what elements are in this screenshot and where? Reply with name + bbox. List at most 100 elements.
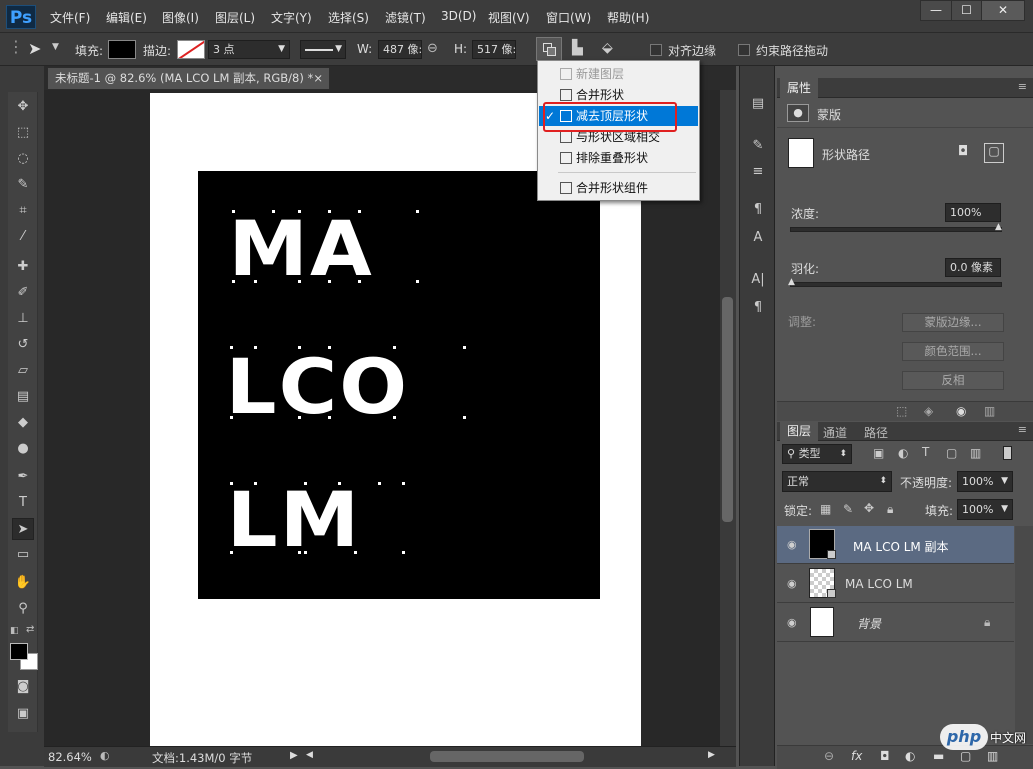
opacity-field[interactable]: 100% ▼ <box>957 471 1013 492</box>
menu-file[interactable]: 文件(F) <box>50 9 90 26</box>
filter-shape-icon[interactable]: ▢ <box>946 446 957 460</box>
apply-mask-icon[interactable]: ◈ <box>924 404 933 418</box>
menu-edit[interactable]: 编辑(E) <box>106 9 147 26</box>
feather-field[interactable]: 0.0 像素 <box>945 258 1001 277</box>
anchor-point[interactable] <box>357 209 362 214</box>
dropdown-item-new-layer[interactable]: 新建图层 <box>539 64 698 84</box>
layer-row-background[interactable]: ◉ 背景 🔒︎ <box>777 604 1014 642</box>
menu-help[interactable]: 帮助(H) <box>607 9 649 26</box>
swap-colors-icon[interactable]: ⇄ <box>26 624 34 635</box>
layer-name[interactable]: 背景 <box>857 615 881 632</box>
brush-tool-icon[interactable]: ✐ <box>12 282 34 304</box>
anchor-point[interactable] <box>462 345 467 350</box>
fill-swatch[interactable] <box>108 40 136 59</box>
layers-scrollbar[interactable] <box>1015 526 1033 744</box>
add-mask-icon[interactable]: ◘ <box>880 749 890 763</box>
lock-all-icon[interactable]: 🔒︎ <box>887 502 893 517</box>
filter-pixel-icon[interactable]: ▣ <box>873 446 884 460</box>
dodge-tool-icon[interactable]: ● <box>12 438 34 460</box>
menu-view[interactable]: 视图(V) <box>488 9 530 26</box>
load-selection-icon[interactable]: ⬚ <box>896 404 907 418</box>
eye-icon[interactable]: ◉ <box>787 538 797 551</box>
document-tab[interactable]: 未标题-1 @ 82.6% (MA LCO LM 副本, RGB/8) * × <box>47 67 330 89</box>
anchor-point[interactable] <box>229 415 234 420</box>
anchor-point[interactable] <box>303 481 308 486</box>
select-path-icon[interactable]: ▢ <box>984 143 1004 163</box>
width-field[interactable]: 487 像: <box>378 40 422 59</box>
anchor-point[interactable] <box>253 279 258 284</box>
filter-toggle[interactable] <box>1003 446 1012 460</box>
adjustment-layer-icon[interactable]: ◐ <box>905 749 915 763</box>
eye-icon[interactable]: ◉ <box>787 577 797 590</box>
link-layers-icon[interactable]: ⊖ <box>824 749 834 763</box>
dropdown-item-merge-shape-components[interactable]: 合并形状组件 <box>539 178 698 198</box>
menu-layer[interactable]: 图层(L) <box>215 9 255 26</box>
color-range-button[interactable]: 颜色范围... <box>902 342 1004 361</box>
path-operations-button[interactable] <box>536 37 562 61</box>
eyedropper-tool-icon[interactable]: ⁄ <box>12 226 34 248</box>
new-group-icon[interactable]: ▬ <box>933 749 944 763</box>
marquee-tool-icon[interactable]: ⬚ <box>12 122 34 144</box>
anchor-point[interactable] <box>297 415 302 420</box>
menu-type[interactable]: 文字(Y) <box>271 9 312 26</box>
character-panel-icon[interactable]: A| <box>748 270 768 290</box>
tab-paths[interactable]: 路径 <box>864 424 888 441</box>
tab-channels[interactable]: 通道 <box>823 424 847 441</box>
density-slider-handle[interactable]: ▲ <box>995 222 1002 232</box>
anchor-point[interactable] <box>297 209 302 214</box>
history-brush-tool-icon[interactable]: ↺ <box>12 334 34 356</box>
brush-presets-icon[interactable]: ≡ <box>748 162 768 182</box>
direct-selection-tool-icon[interactable]: ➤ <box>12 518 34 540</box>
anchor-point[interactable] <box>229 345 234 350</box>
minimize-button[interactable]: — <box>920 0 952 21</box>
shape-text-lm[interactable]: LM <box>227 475 361 564</box>
anchor-point[interactable] <box>303 550 308 555</box>
mask-edge-button[interactable]: 蒙版边缘... <box>902 313 1004 332</box>
anchor-point[interactable] <box>337 481 342 486</box>
lasso-tool-icon[interactable]: ◌ <box>12 148 34 170</box>
healing-brush-tool-icon[interactable]: ✚ <box>12 256 34 278</box>
height-field[interactable]: 517 像: <box>472 40 516 59</box>
anchor-point[interactable] <box>229 550 234 555</box>
density-field[interactable]: 100% <box>945 203 1001 222</box>
anchor-point[interactable] <box>392 345 397 350</box>
foreground-color-swatch[interactable] <box>10 643 28 660</box>
share-icon[interactable]: ◐ <box>100 749 110 762</box>
zoom-level[interactable]: 82.64% <box>48 750 92 764</box>
layer-name[interactable]: MA LCO LM <box>845 577 913 591</box>
zoom-tool-icon[interactable]: ⚲ <box>12 598 34 620</box>
anchor-point[interactable] <box>231 209 236 214</box>
add-vector-mask-icon[interactable]: ◘ <box>958 144 978 162</box>
visibility-icon[interactable]: ◉ <box>956 404 966 418</box>
character-styles-icon[interactable]: A <box>748 228 768 248</box>
status-menu-arrow-icon[interactable]: ▶ <box>290 750 298 761</box>
rectangle-tool-icon[interactable]: ▭ <box>12 544 34 566</box>
anchor-point[interactable] <box>327 345 332 350</box>
quick-selection-tool-icon[interactable]: ✎ <box>12 174 34 196</box>
delete-layer-icon[interactable]: ▥ <box>987 749 998 763</box>
blur-tool-icon[interactable]: ◆ <box>12 412 34 434</box>
blend-mode-select[interactable]: 正常 ⬍ <box>782 471 892 492</box>
anchor-point[interactable] <box>271 209 276 214</box>
close-window-button[interactable]: ✕ <box>981 0 1025 21</box>
fill-field[interactable]: 100% ▼ <box>957 499 1013 520</box>
anchor-point[interactable] <box>415 279 420 284</box>
paragraph-styles-icon[interactable]: ¶ <box>748 200 768 220</box>
filter-type-select[interactable]: ⚲ 类型 ⬍ <box>782 444 852 464</box>
scroll-left-icon[interactable]: ◀ <box>306 750 313 760</box>
hand-tool-icon[interactable]: ✋ <box>12 572 34 594</box>
crop-tool-icon[interactable]: ⌗ <box>12 200 34 222</box>
dropdown-item-exclude-overlapping[interactable]: 排除重叠形状 <box>539 148 698 168</box>
align-edges-checkbox[interactable] <box>650 44 662 56</box>
lock-transparent-icon[interactable]: ▦ <box>820 502 831 516</box>
feather-slider-handle[interactable]: ▲ <box>788 277 795 287</box>
layer-row-text[interactable]: ◉ . MA LCO LM <box>777 565 1014 603</box>
paragraph-panel-icon[interactable]: ¶ <box>748 298 768 318</box>
eraser-tool-icon[interactable]: ▱ <box>12 360 34 382</box>
stroke-swatch[interactable] <box>177 40 205 59</box>
anchor-point[interactable] <box>229 481 234 486</box>
layer-name[interactable]: MA LCO LM 副本 <box>853 538 949 555</box>
anchor-point[interactable] <box>297 345 302 350</box>
maximize-button[interactable]: ☐ <box>951 0 982 21</box>
anchor-point[interactable] <box>327 415 332 420</box>
